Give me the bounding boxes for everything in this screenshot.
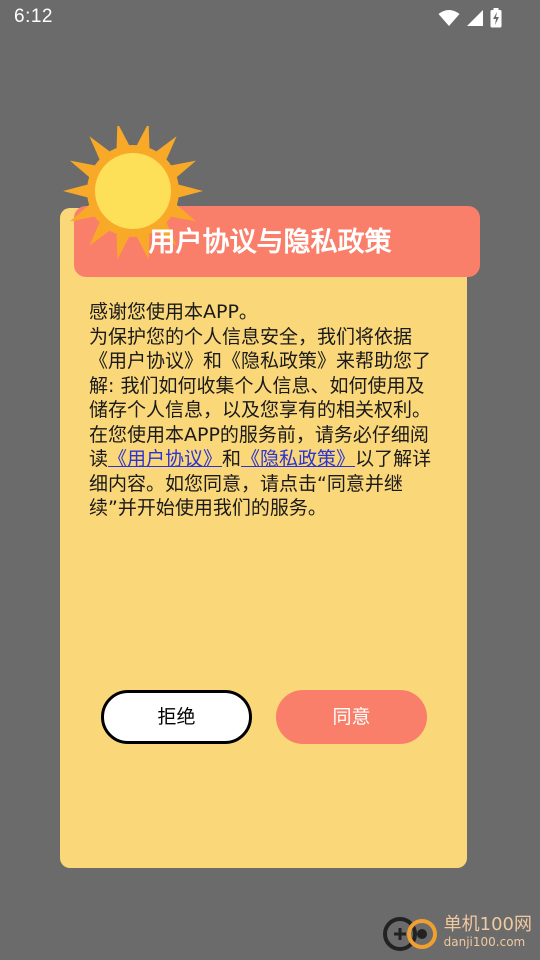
watermark-text: 单机100网 danji100.com (443, 914, 532, 950)
watermark: 单机100网 danji100.com (382, 912, 532, 952)
status-time: 6:12 (14, 6, 53, 27)
status-icons (438, 8, 502, 28)
signal-icon (467, 10, 483, 26)
paragraph-read-agreements: 在您使用本APP的服务前，请务必仔细阅读《用户协议》和《隐私政策》以了解详细内容… (89, 423, 441, 521)
reject-button[interactable]: 拒绝 (101, 690, 252, 744)
privacy-policy-link[interactable]: 《隐私政策》 (241, 448, 355, 470)
wifi-icon (438, 10, 460, 26)
watermark-logo-icon (382, 912, 442, 952)
status-bar: 6:12 (0, 0, 540, 36)
watermark-url: danji100.com (443, 935, 526, 949)
watermark-title: 单机100网 (443, 914, 532, 935)
agree-button[interactable]: 同意 (276, 690, 427, 744)
dialog-body: 感谢您使用本APP。 为保护您的个人信息安全，我们将依据《用户协议》和《隐私政策… (89, 300, 441, 521)
and-text: 和 (222, 448, 242, 470)
paragraph-rights: 为保护您的个人信息安全，我们将依据《用户协议》和《隐私政策》来帮助您了解: 我们… (89, 325, 432, 422)
dialog-title: 用户协议与隐私政策 (148, 227, 392, 258)
intro-text: 感谢您使用本APP。 (89, 301, 258, 323)
battery-charging-icon (490, 8, 502, 28)
user-agreement-link[interactable]: 《用户协议》 (108, 448, 222, 470)
